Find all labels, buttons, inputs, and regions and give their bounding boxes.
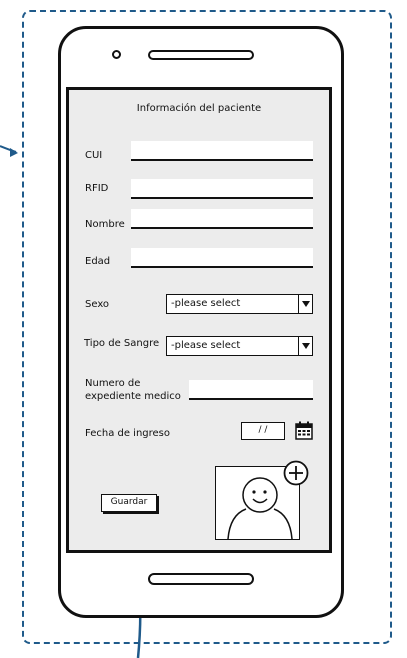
tipo-sangre-select-value: -please select: [171, 340, 241, 351]
expediente-label-line2: expediente medico: [85, 391, 181, 402]
rfid-label: RFID: [85, 183, 109, 194]
tipo-sangre-select[interactable]: -please select: [166, 336, 313, 356]
fecha-label: Fecha de ingreso: [85, 428, 171, 439]
left-connector-arrow: [0, 145, 18, 157]
sexo-select-value: -please select: [171, 298, 241, 309]
cui-label: CUI: [85, 150, 103, 161]
save-button[interactable]: Guardar: [101, 494, 157, 512]
expediente-input[interactable]: [189, 380, 313, 400]
sexo-label: Sexo: [85, 299, 110, 310]
cui-input[interactable]: [131, 141, 313, 161]
edad-input[interactable]: [131, 248, 313, 268]
chevron-down-icon[interactable]: [298, 295, 312, 313]
edad-label: Edad: [85, 256, 111, 267]
calendar-icon[interactable]: [295, 421, 313, 440]
plus-circle-icon[interactable]: [283, 460, 309, 486]
nombre-input[interactable]: [131, 209, 313, 229]
speaker-slot: [148, 50, 254, 60]
sexo-select[interactable]: -please select: [166, 294, 313, 314]
camera-icon: [112, 50, 121, 59]
nombre-label: Nombre: [85, 219, 125, 230]
chevron-down-icon[interactable]: [298, 337, 312, 355]
rfid-input[interactable]: [131, 179, 313, 199]
fecha-input[interactable]: / /: [241, 422, 285, 440]
page-title: Información del paciente: [136, 103, 262, 114]
home-button[interactable]: [148, 573, 254, 585]
expediente-label-line1: Numero de: [85, 378, 141, 389]
tipo-sangre-label: Tipo de Sangre: [84, 338, 160, 349]
